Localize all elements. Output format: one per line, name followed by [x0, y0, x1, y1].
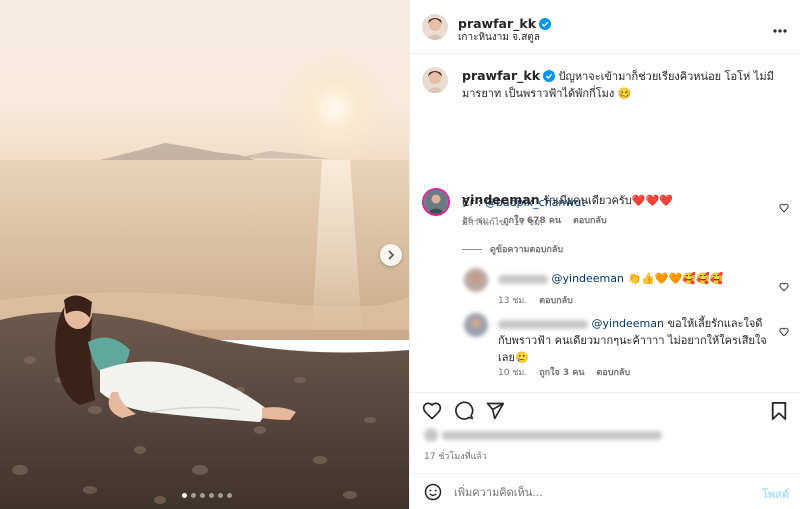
more-options-icon — [773, 29, 787, 33]
reply-button[interactable]: ตอบกลับ — [539, 293, 573, 307]
comment-likes[interactable]: ถูกใจ 678 คน — [503, 213, 561, 227]
reply-text-line2: กับพราวฟ้า คนเดียวมากๆนะค้าาาา ไม่อยากให… — [498, 334, 767, 347]
post-comment-button[interactable]: โพสต์ — [762, 485, 789, 503]
reply-text-line1: ขอให้เลี้ยรักและใจดี — [663, 317, 763, 330]
author-username[interactable]: prawfar_kk — [458, 16, 536, 31]
reply-time: 10 ชม. — [498, 368, 528, 378]
reply-avatar[interactable] — [464, 313, 488, 337]
liked-by-text — [442, 430, 662, 440]
heart-icon — [779, 327, 789, 337]
comment-button[interactable] — [454, 401, 474, 425]
reply-text: 👏👍🧡🧡🥰🥰🥰 — [623, 272, 724, 285]
heart-icon — [422, 402, 442, 420]
reply-button[interactable]: ตอบกลับ — [597, 365, 631, 379]
post-details-panel: prawfar_kk เกาะหินงาม จ.สตูล prawfar_kk … — [409, 0, 800, 509]
carousel-indicator — [182, 493, 232, 498]
liker-avatar — [424, 428, 438, 442]
like-comment-button[interactable] — [779, 198, 789, 217]
carousel-dot — [191, 493, 196, 498]
caption-text-block: prawfar_kk ปัญหาจะเข้ามาก็ช่วยเรียงคิวหน… — [462, 67, 782, 102]
comment-input[interactable] — [454, 483, 734, 501]
add-comment-bar: โพสต์ — [410, 473, 800, 509]
reply-likes[interactable]: ถูกใจ 3 คน — [539, 365, 584, 379]
reply-time: 13 ชม. — [498, 296, 528, 306]
carousel-dot — [218, 493, 223, 498]
caption-username[interactable]: prawfar_kk — [462, 68, 540, 83]
comment-text: รักเมียคนเดียวครับ❤️❤️❤️ — [543, 194, 673, 207]
post-header: prawfar_kk เกาะหินงาม จ.สตูล — [410, 0, 800, 54]
bookmark-icon — [771, 402, 787, 420]
caption-author-avatar[interactable] — [422, 67, 448, 93]
comment-icon — [455, 401, 474, 420]
reply-meta: 13 ชม. ตอบกลับ — [498, 293, 573, 307]
like-post-button[interactable] — [422, 401, 442, 425]
reply-mention[interactable]: @yindeeman — [552, 272, 624, 285]
emoji-button[interactable] — [424, 483, 442, 505]
comment-time: 16 ชม. — [462, 216, 492, 226]
author-avatar[interactable] — [422, 14, 448, 40]
divider-line — [462, 248, 482, 250]
likes-summary-blurred[interactable] — [424, 428, 662, 442]
heart-icon — [779, 203, 789, 213]
post-photo — [0, 0, 409, 509]
reply-meta: 10 ชม. ถูกใจ 3 คน ตอบกลับ — [498, 365, 630, 379]
reply-button[interactable]: ตอบกลับ — [573, 213, 607, 227]
commenter-username[interactable]: yindeeman — [462, 192, 540, 207]
post-action-bar — [410, 392, 800, 426]
post-photo-carousel[interactable] — [0, 0, 409, 509]
carousel-dot — [209, 493, 214, 498]
like-reply-button[interactable] — [779, 322, 789, 341]
carousel-dot — [200, 493, 205, 498]
heart-icon — [779, 282, 789, 292]
like-reply-button[interactable] — [779, 277, 789, 296]
save-button[interactable] — [770, 401, 788, 425]
more-options-button[interactable] — [773, 18, 787, 37]
send-icon — [486, 402, 505, 420]
comment-meta: 16 ชม. ถูกใจ 678 คน ตอบกลับ — [462, 213, 607, 227]
verified-badge-icon — [543, 70, 556, 82]
share-button[interactable] — [485, 401, 505, 425]
post-timestamp[interactable]: 17 ชั่วโมงที่แล้ว — [424, 449, 487, 463]
reply-username-blurred[interactable] — [498, 274, 548, 284]
carousel-dot — [227, 493, 232, 498]
reply-mention[interactable]: @yindeeman — [592, 317, 664, 330]
next-photo-button[interactable] — [380, 244, 402, 266]
view-replies-label: ดูข้อความตอบกลับ — [490, 245, 564, 255]
reply-text-line3: เลย🥲 — [498, 351, 529, 364]
commenter-avatar[interactable] — [422, 188, 450, 216]
carousel-dot — [182, 493, 187, 498]
verified-badge-icon — [539, 18, 552, 30]
reply-username-blurred[interactable] — [498, 319, 588, 329]
reply-avatar[interactable] — [464, 268, 488, 292]
view-replies-button[interactable]: ดูข้อความตอบกลับ — [462, 242, 563, 256]
emoji-icon — [424, 483, 442, 501]
chevron-right-icon — [388, 250, 395, 260]
post-location[interactable]: เกาะหินงาม จ.สตูล — [458, 30, 540, 45]
